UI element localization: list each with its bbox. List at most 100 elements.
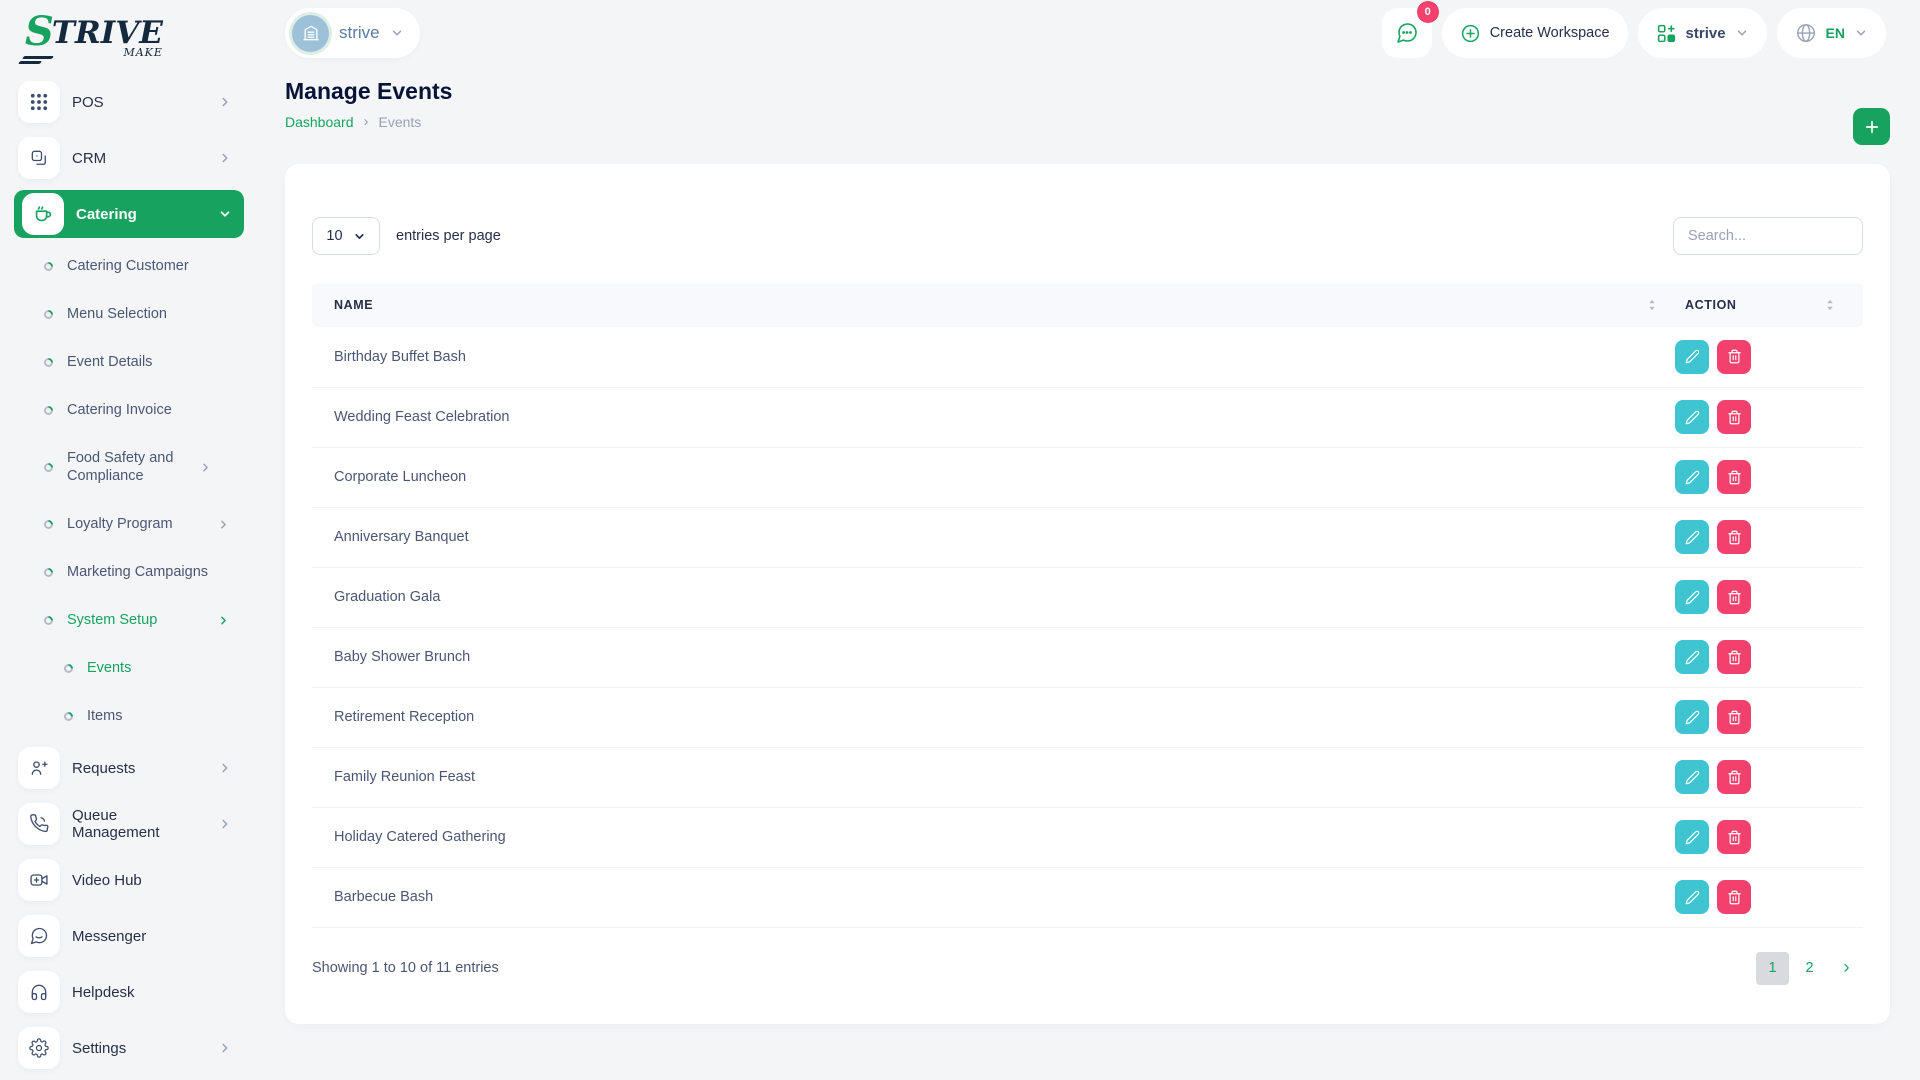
chevron-down-icon <box>1735 26 1749 40</box>
edit-button[interactable] <box>1675 400 1709 434</box>
table-summary: Showing 1 to 10 of 11 entries <box>312 960 499 976</box>
sidebar-item-marketing-campaigns[interactable]: Marketing Campaigns <box>14 548 244 596</box>
chevron-right-icon <box>218 151 232 165</box>
sidebar-item-events[interactable]: Events <box>14 644 244 692</box>
event-name-cell: Corporate Luncheon <box>312 447 1673 507</box>
chat-bubble-icon <box>1395 21 1419 45</box>
trash-icon <box>1727 530 1742 545</box>
bullet-icon <box>42 356 55 369</box>
add-event-button[interactable] <box>1853 108 1890 145</box>
edit-button[interactable] <box>1675 700 1709 734</box>
sidebar-item-crm[interactable]: CRM <box>14 130 244 186</box>
sidebar-item-catering-customer[interactable]: Catering Customer <box>14 242 244 290</box>
sidebar-item-pos[interactable]: POS <box>14 74 244 130</box>
table-row: Corporate Luncheon <box>312 447 1863 507</box>
delete-button[interactable] <box>1717 700 1751 734</box>
sidebar-item-system-setup[interactable]: System Setup <box>14 596 244 644</box>
sort-icon[interactable] <box>1647 298 1657 312</box>
sidebar-subitem-label: Events <box>87 660 244 676</box>
edit-button[interactable] <box>1675 760 1709 794</box>
delete-button[interactable] <box>1717 640 1751 674</box>
logo-tagline: MAKE <box>52 46 163 59</box>
plus-icon <box>1863 118 1881 136</box>
grid-plus-icon <box>1656 23 1677 44</box>
language-label: EN <box>1826 25 1845 41</box>
trash-icon <box>1727 470 1742 485</box>
sort-icon[interactable] <box>1825 298 1835 312</box>
bullet-icon <box>62 710 75 723</box>
chevron-right-icon <box>217 518 230 531</box>
workspace-switcher[interactable]: strive <box>285 8 420 58</box>
entries-per-page-label: entries per page <box>396 228 501 244</box>
edit-button[interactable] <box>1675 640 1709 674</box>
sidebar-subitem-label: Event Details <box>67 354 244 370</box>
pagination-next-button[interactable]: › <box>1830 952 1863 985</box>
sidebar-item-label: Helpdesk <box>72 984 234 1001</box>
workspace-avatar <box>292 15 329 52</box>
search-input[interactable] <box>1673 217 1863 255</box>
events-table: NAME ACTION Birthday Buffet Bash <box>312 283 1863 928</box>
gear-icon <box>18 1027 60 1069</box>
sidebar-item-loyalty-program[interactable]: Loyalty Program <box>14 500 244 548</box>
pencil-icon <box>1685 470 1700 485</box>
pagination-page-1[interactable]: 1 <box>1756 952 1789 985</box>
app-logo[interactable]: S TRIVE MAKE <box>25 12 163 59</box>
sidebar-subitem-label: System Setup <box>67 612 203 628</box>
event-name-cell: Baby Shower Brunch <box>312 627 1673 687</box>
events-table-body: Birthday Buffet Bash <box>312 327 1863 927</box>
delete-button[interactable] <box>1717 400 1751 434</box>
delete-button[interactable] <box>1717 580 1751 614</box>
edit-button[interactable] <box>1675 340 1709 374</box>
overlapping-cards-icon <box>18 137 60 179</box>
sidebar-item-settings[interactable]: Settings <box>14 1020 244 1076</box>
sidebar-subitem-label: Catering Invoice <box>67 402 244 418</box>
sidebar-item-queue-management[interactable]: Queue Management <box>14 796 244 852</box>
edit-button[interactable] <box>1675 460 1709 494</box>
edit-button[interactable] <box>1675 580 1709 614</box>
pagination-page-2[interactable]: 2 <box>1793 952 1826 985</box>
chevron-down-icon <box>1854 26 1868 40</box>
sidebar-item-event-details[interactable]: Event Details <box>14 338 244 386</box>
pencil-icon <box>1685 590 1700 605</box>
workspace-menu-label: strive <box>1686 25 1726 42</box>
edit-button[interactable] <box>1675 880 1709 914</box>
column-header-action[interactable]: ACTION <box>1673 283 1863 327</box>
event-name-cell: Birthday Buffet Bash <box>312 327 1673 387</box>
sidebar-item-items[interactable]: Items <box>14 692 244 740</box>
logo-stripes-decoration <box>23 56 53 64</box>
bullet-icon <box>42 614 55 627</box>
language-selector[interactable]: EN <box>1777 8 1886 58</box>
delete-button[interactable] <box>1717 460 1751 494</box>
breadcrumb-dashboard-link[interactable]: Dashboard <box>285 114 354 130</box>
column-header-name[interactable]: NAME <box>312 283 1673 327</box>
sidebar-item-menu-selection[interactable]: Menu Selection <box>14 290 244 338</box>
table-row: Baby Shower Brunch <box>312 627 1863 687</box>
workspace-menu[interactable]: strive <box>1638 8 1767 58</box>
coffee-cup-icon <box>22 193 64 235</box>
breadcrumb: Dashboard › Events <box>285 113 1890 130</box>
delete-button[interactable] <box>1717 760 1751 794</box>
workspace-switcher-label: strive <box>339 23 380 43</box>
delete-button[interactable] <box>1717 340 1751 374</box>
chevron-right-icon <box>218 817 232 831</box>
trash-icon <box>1727 890 1742 905</box>
sidebar-item-helpdesk[interactable]: Helpdesk <box>14 964 244 1020</box>
edit-button[interactable] <box>1675 520 1709 554</box>
chevron-right-icon <box>217 614 230 627</box>
delete-button[interactable] <box>1717 880 1751 914</box>
sidebar-item-video-hub[interactable]: Video Hub <box>14 852 244 908</box>
entries-per-page-select[interactable]: 10 <box>312 217 380 255</box>
chat-button[interactable]: 0 <box>1382 8 1432 58</box>
pencil-icon <box>1685 890 1700 905</box>
create-workspace-button[interactable]: Create Workspace <box>1442 8 1628 58</box>
table-row: Holiday Catered Gathering <box>312 807 1863 867</box>
sidebar-item-catering[interactable]: Catering <box>14 190 244 238</box>
delete-button[interactable] <box>1717 820 1751 854</box>
sidebar-item-food-safety-compliance[interactable]: Food Safety and Compliance <box>14 434 244 500</box>
delete-button[interactable] <box>1717 520 1751 554</box>
edit-button[interactable] <box>1675 820 1709 854</box>
sidebar-item-catering-invoice[interactable]: Catering Invoice <box>14 386 244 434</box>
sidebar-item-requests[interactable]: Requests <box>14 740 244 796</box>
person-plus-icon <box>18 747 60 789</box>
sidebar-item-messenger[interactable]: Messenger <box>14 908 244 964</box>
